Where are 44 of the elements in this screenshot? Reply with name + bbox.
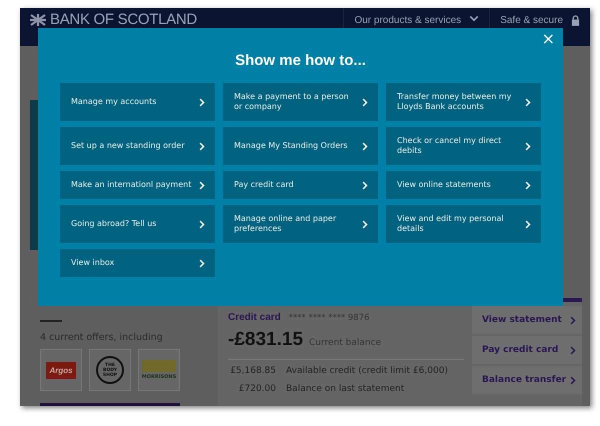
- chevron-right-icon: [525, 220, 531, 228]
- task-button[interactable]: Make an internationl payment: [60, 171, 215, 199]
- bank-logo[interactable]: BANK OF SCOTLAND: [50, 13, 197, 27]
- chevron-right-icon: [199, 142, 205, 150]
- task-button[interactable]: View inbox: [60, 249, 215, 277]
- amount-label: Available credit (credit limit £6,000): [286, 366, 448, 376]
- action-link[interactable]: Pay credit card: [472, 336, 582, 364]
- task-button[interactable]: Manage My Standing Orders: [223, 127, 378, 165]
- task-button[interactable]: Manage my accounts: [60, 83, 215, 121]
- amount-label: Balance on last statement: [286, 384, 404, 394]
- task-button[interactable]: Make a payment to a person or company: [223, 83, 378, 121]
- task-button[interactable]: Going abroad? Tell us: [60, 205, 215, 243]
- amount-text: £5,168.85: [229, 366, 276, 376]
- chevron-right-icon: [199, 258, 205, 268]
- chevron-right-icon: [570, 316, 576, 324]
- chevron-right-icon: [570, 376, 576, 384]
- close-button[interactable]: ×: [538, 30, 559, 48]
- task-button[interactable]: Check or cancel my direct debits: [386, 127, 541, 165]
- task-button[interactable]: View online statements: [386, 171, 541, 199]
- balance-amount: -£831.15: [228, 329, 304, 351]
- task-button[interactable]: View and edit my personal details: [386, 205, 541, 243]
- modal-title: Show me how to...: [234, 52, 367, 69]
- card-title: Credit card: [228, 312, 281, 323]
- chevron-right-icon: [362, 220, 368, 228]
- task-button[interactable]: Pay credit card: [223, 171, 378, 199]
- chevron-right-icon: [525, 180, 531, 190]
- chevron-right-icon: [362, 98, 368, 106]
- chevron-right-icon: [199, 180, 205, 190]
- task-button[interactable]: Manage online and paper preferences: [223, 205, 378, 243]
- chevron-right-icon: [199, 98, 205, 106]
- chevron-right-icon: [362, 180, 368, 190]
- amount-text: £720.00: [238, 384, 276, 394]
- chevron-right-icon: [362, 142, 368, 150]
- retailer-logo[interactable]: Argos: [40, 349, 82, 391]
- action-link[interactable]: Balance transfer: [472, 366, 582, 394]
- padlock-icon: [571, 15, 580, 26]
- task-button[interactable]: Set up a new standing order: [60, 127, 215, 165]
- task-button[interactable]: Transfer money between my Lloyds Bank accounts: [386, 83, 541, 121]
- chevron-right-icon: [570, 346, 576, 354]
- chevron-right-icon: [525, 98, 531, 106]
- chevron-right-icon: [525, 142, 531, 150]
- action-link[interactable]: View statement: [472, 306, 582, 334]
- chevron-down-icon: [469, 15, 480, 22]
- chevron-right-icon: [199, 220, 205, 228]
